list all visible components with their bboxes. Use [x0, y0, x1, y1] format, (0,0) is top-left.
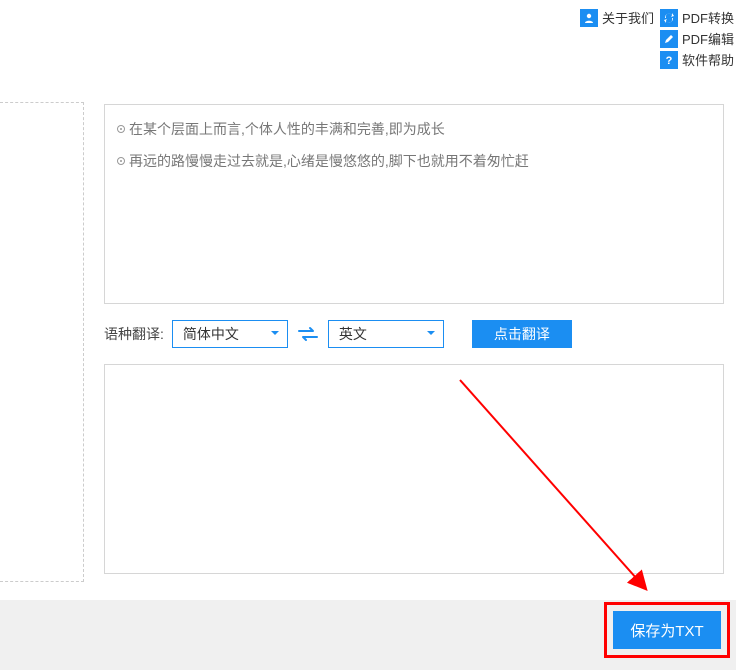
top-menu: 关于我们 PDF转换 PDF编辑 ? 软件帮助	[580, 8, 734, 69]
save-highlight-box: 保存为TXT	[604, 602, 730, 658]
menu-pdf-edit[interactable]: PDF编辑	[660, 29, 734, 48]
menu-software-help[interactable]: ? 软件帮助	[660, 50, 734, 69]
translate-label: 语种翻译:	[104, 324, 164, 344]
main-area: 在某个层面上而言,个体人性的丰满和完善,即为成长 再远的路慢慢走过去就是,心绪是…	[104, 104, 724, 574]
translate-button[interactable]: 点击翻译	[472, 320, 572, 348]
menu-pdf-convert-label: PDF转换	[682, 8, 734, 27]
svg-text:?: ?	[666, 55, 673, 66]
menu-about[interactable]: 关于我们	[580, 8, 654, 27]
source-text-box[interactable]: 在某个层面上而言,个体人性的丰满和完善,即为成长 再远的路慢慢走过去就是,心绪是…	[104, 104, 724, 304]
pencil-icon	[660, 30, 678, 48]
source-line-2: 再远的路慢慢走过去就是,心绪是慢悠悠的,脚下也就用不着匆忙赶	[129, 151, 529, 171]
source-line-1: 在某个层面上而言,个体人性的丰满和完善,即为成长	[129, 119, 445, 139]
refresh-icon	[660, 9, 678, 27]
menu-pdf-edit-label: PDF编辑	[682, 29, 734, 48]
chevron-down-icon	[425, 326, 437, 342]
swap-icon[interactable]	[296, 324, 320, 344]
question-icon: ?	[660, 51, 678, 69]
target-language-value: 英文	[339, 324, 367, 344]
chevron-down-icon	[269, 326, 281, 342]
footer-bar: 保存为TXT	[0, 600, 736, 670]
menu-about-label: 关于我们	[602, 8, 654, 27]
translate-controls: 语种翻译: 简体中文 英文 点击翻译	[104, 320, 724, 348]
output-text-box[interactable]	[104, 364, 724, 574]
source-language-value: 简体中文	[183, 324, 239, 344]
person-icon	[580, 9, 598, 27]
bullet-icon	[117, 125, 125, 133]
bullet-icon	[117, 157, 125, 165]
source-language-select[interactable]: 简体中文	[172, 320, 288, 348]
save-txt-button[interactable]: 保存为TXT	[613, 611, 721, 649]
menu-software-help-label: 软件帮助	[682, 50, 734, 69]
left-panel-placeholder	[0, 102, 84, 582]
target-language-select[interactable]: 英文	[328, 320, 444, 348]
menu-pdf-convert[interactable]: PDF转换	[660, 8, 734, 27]
